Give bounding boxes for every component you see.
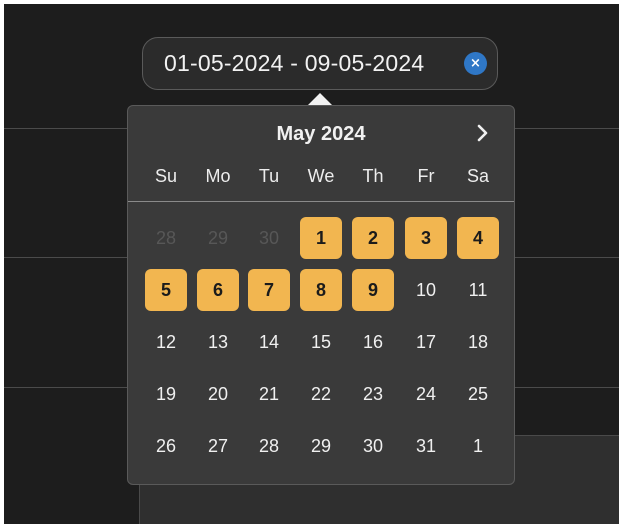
day-cell[interactable]: 27	[197, 425, 239, 467]
day-cell[interactable]: 30	[352, 425, 394, 467]
day-cell-selected[interactable]: 6	[197, 269, 239, 311]
day-cell[interactable]: 25	[457, 373, 499, 415]
day-cell[interactable]: 24	[405, 373, 447, 415]
day-cell-selected[interactable]: 2	[352, 217, 394, 259]
day-cell-selected[interactable]: 4	[457, 217, 499, 259]
day-cell[interactable]: 30	[248, 217, 290, 259]
date-picker: May 2024 Su Mo Tu We Th Fr Sa 28 29 30 1 2 3 4 5 6 7 8 9 1…	[127, 105, 515, 485]
weekday-th: Th	[362, 166, 384, 186]
day-cell-selected[interactable]: 7	[248, 269, 290, 311]
date-range-input[interactable]: 01-05-2024 - 09-05-2024 ×	[142, 37, 498, 90]
day-cell[interactable]: 31	[405, 425, 447, 467]
day-cell-selected[interactable]: 9	[352, 269, 394, 311]
day-cell[interactable]: 26	[145, 425, 187, 467]
day-cell[interactable]: 28	[145, 217, 187, 259]
day-cell-selected[interactable]: 1	[300, 217, 342, 259]
day-cell[interactable]: 16	[352, 321, 394, 363]
day-cell[interactable]: 23	[352, 373, 394, 415]
weekday-fr: Fr	[417, 166, 435, 186]
day-cell[interactable]: 29	[300, 425, 342, 467]
day-cell[interactable]: 14	[248, 321, 290, 363]
weekday-sa: Sa	[466, 166, 490, 186]
day-cell[interactable]: 17	[405, 321, 447, 363]
weekday-su: Su	[154, 166, 178, 186]
day-cell[interactable]: 18	[457, 321, 499, 363]
weekday-mo: Mo	[205, 166, 231, 186]
popover-arrow	[308, 93, 332, 105]
day-cell[interactable]: 20	[197, 373, 239, 415]
day-cell[interactable]: 11	[457, 269, 499, 311]
day-cell[interactable]: 21	[248, 373, 290, 415]
day-cell[interactable]: 28	[248, 425, 290, 467]
day-cell-selected[interactable]: 8	[300, 269, 342, 311]
calendar-grid: 28 29 30 1 2 3 4 5 6 7 8 9 10 11 12 13 14 15 16 17 18 19 20 21 2…	[138, 217, 502, 477]
day-cell[interactable]: 22	[300, 373, 342, 415]
day-cell[interactable]: 10	[405, 269, 447, 311]
header-divider	[128, 201, 514, 202]
clear-icon[interactable]: ×	[464, 52, 487, 75]
day-cell[interactable]: 29	[197, 217, 239, 259]
weekday-header: Su Mo Tu We Th Fr Sa	[138, 166, 502, 188]
month-title: May 2024	[276, 123, 366, 145]
date-range-value[interactable]: 01-05-2024 - 09-05-2024	[164, 50, 454, 77]
day-cell[interactable]: 12	[145, 321, 187, 363]
weekday-tu: Tu	[258, 166, 280, 186]
day-cell[interactable]: 19	[145, 373, 187, 415]
day-cell[interactable]: 1	[457, 425, 499, 467]
chevron-right-icon[interactable]	[471, 121, 493, 145]
day-cell[interactable]: 13	[197, 321, 239, 363]
day-cell-selected[interactable]: 5	[145, 269, 187, 311]
day-cell[interactable]: 15	[300, 321, 342, 363]
day-cell-selected[interactable]: 3	[405, 217, 447, 259]
weekday-we: We	[307, 166, 335, 186]
